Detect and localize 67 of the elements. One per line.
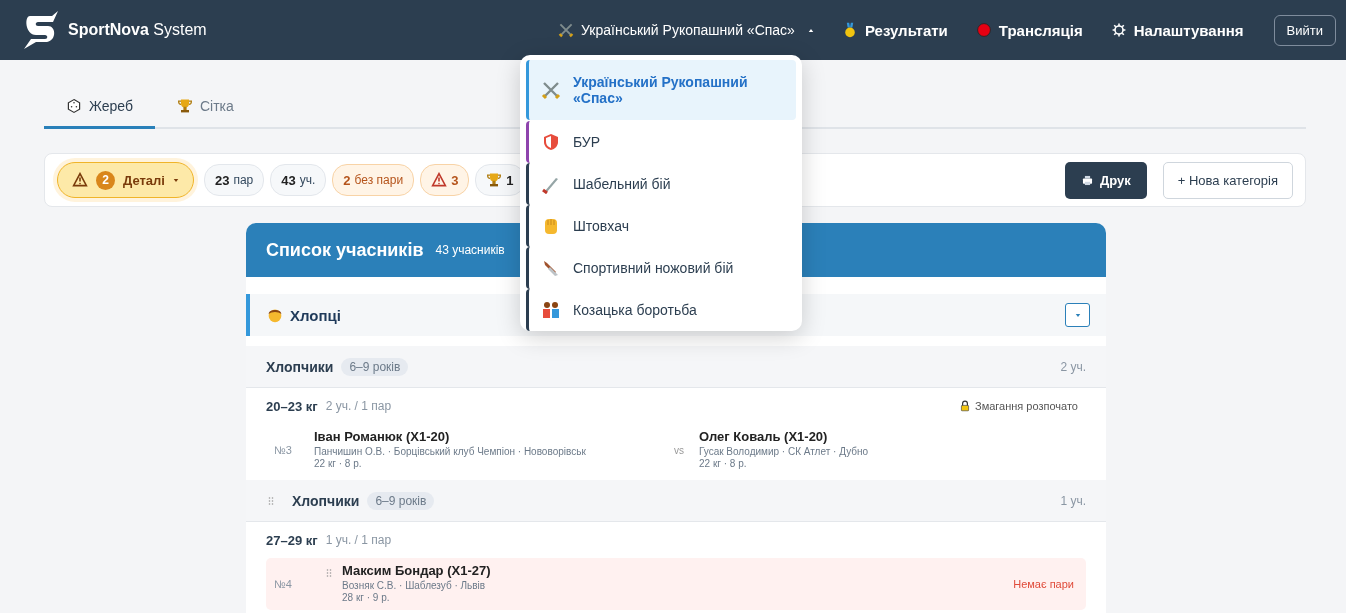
settings-icon — [1110, 22, 1127, 38]
fighter-name: Максим Бондар (Х1-27) — [342, 563, 491, 580]
participant-count: 43 учасників — [435, 243, 505, 257]
fighter-info: Возняк С.В. · Шаблезуб · Львів — [342, 579, 487, 593]
vs-label: vs — [674, 444, 685, 456]
warning-icon — [431, 172, 448, 188]
tab[interactable]: Жереб — [44, 85, 155, 129]
trophy-icon — [486, 172, 503, 188]
fighter-info: Гусак Володимир · СК Атлет · Дубно — [699, 445, 869, 459]
weight-class: 20–23 кг — [266, 398, 318, 414]
caret-icon — [1074, 312, 1081, 318]
weight-class: 27–29 кг — [266, 532, 318, 548]
section-title: Хлопчики — [292, 492, 360, 509]
stat-chip: 3 — [420, 164, 470, 196]
tab[interactable]: Сітка — [155, 85, 256, 129]
weight-meta: 1 уч. / 1 пар — [325, 533, 392, 547]
menu-item[interactable]: Спортивний ножовий бій — [526, 247, 796, 289]
group-title: Хлопці — [290, 306, 341, 324]
drag-handle-icon — [266, 494, 276, 507]
pair-number: №3 — [274, 444, 293, 456]
caret-icon — [807, 27, 814, 33]
stat-chip: 43 уч. — [270, 164, 327, 196]
count-badge: 2 — [96, 170, 115, 190]
nav-link[interactable]: Налаштування — [1110, 21, 1244, 39]
pair-number: №4 — [274, 578, 293, 590]
card-title: Список учасників — [266, 239, 424, 261]
status-text: Змагання розпочато — [975, 400, 1078, 412]
age-tag: 6–9 років — [341, 357, 409, 376]
logout-button[interactable]: Вийти — [1273, 14, 1336, 46]
stat-chip: 2 без пари — [332, 164, 415, 196]
age-tag: 6–9 років — [367, 491, 435, 510]
nav-link[interactable]: Результати — [841, 21, 948, 39]
fighter-stats: 22 кг · 8 р. — [314, 458, 363, 471]
weight-meta: 2 уч. / 1 пар — [325, 399, 392, 413]
lock-icon — [959, 400, 971, 412]
new-category-button[interactable]: + Нова категорія — [1162, 161, 1293, 199]
fighter-name: Олег Коваль (Х1-20) — [699, 429, 829, 446]
nav-link[interactable]: Трансляція — [975, 21, 1083, 39]
section-title: Хлопчики — [266, 358, 334, 375]
fighter-stats: 22 кг · 8 р. — [699, 458, 748, 471]
participant-count: 1 уч. — [1060, 493, 1086, 508]
discipline-dropdown[interactable]: Український Рукопашний «Спас» — [558, 22, 814, 38]
no-pair-label: Немає пари — [1013, 578, 1074, 590]
stat-chip: 23 пар — [203, 164, 265, 196]
knife-icon — [541, 258, 561, 278]
swords-icon — [558, 22, 575, 38]
fighter-stats: 28 кг · 9 р. — [342, 592, 391, 605]
drag-handle-icon — [324, 567, 334, 580]
wrestlers-icon — [541, 300, 561, 320]
trophy-icon — [177, 97, 193, 114]
menu-item[interactable]: Штовхач — [526, 205, 796, 247]
caret-icon — [172, 177, 179, 183]
print-button[interactable]: Друк — [1065, 161, 1147, 199]
swords-icon — [541, 80, 561, 100]
record-icon — [975, 22, 992, 38]
app-title: SportNova System — [68, 21, 207, 39]
warning-icon — [72, 172, 88, 188]
fighter-name: Іван Романюк (Х1-20) — [314, 429, 451, 446]
fighter-info: Панчишин О.В. · Борцівський клуб Чемпіон · Нововорівськ — [314, 445, 586, 459]
dice-icon — [66, 97, 82, 114]
shield-icon — [541, 132, 561, 152]
menu-item[interactable]: Український Рукопашний «Спас» — [526, 60, 796, 120]
collapse-button[interactable] — [1065, 303, 1090, 327]
participant-count: 2 уч. — [1060, 359, 1086, 374]
menu-item[interactable]: Шабельний бій — [526, 163, 796, 205]
printer-icon — [1081, 173, 1094, 187]
menu-item[interactable]: БУР — [526, 121, 796, 163]
